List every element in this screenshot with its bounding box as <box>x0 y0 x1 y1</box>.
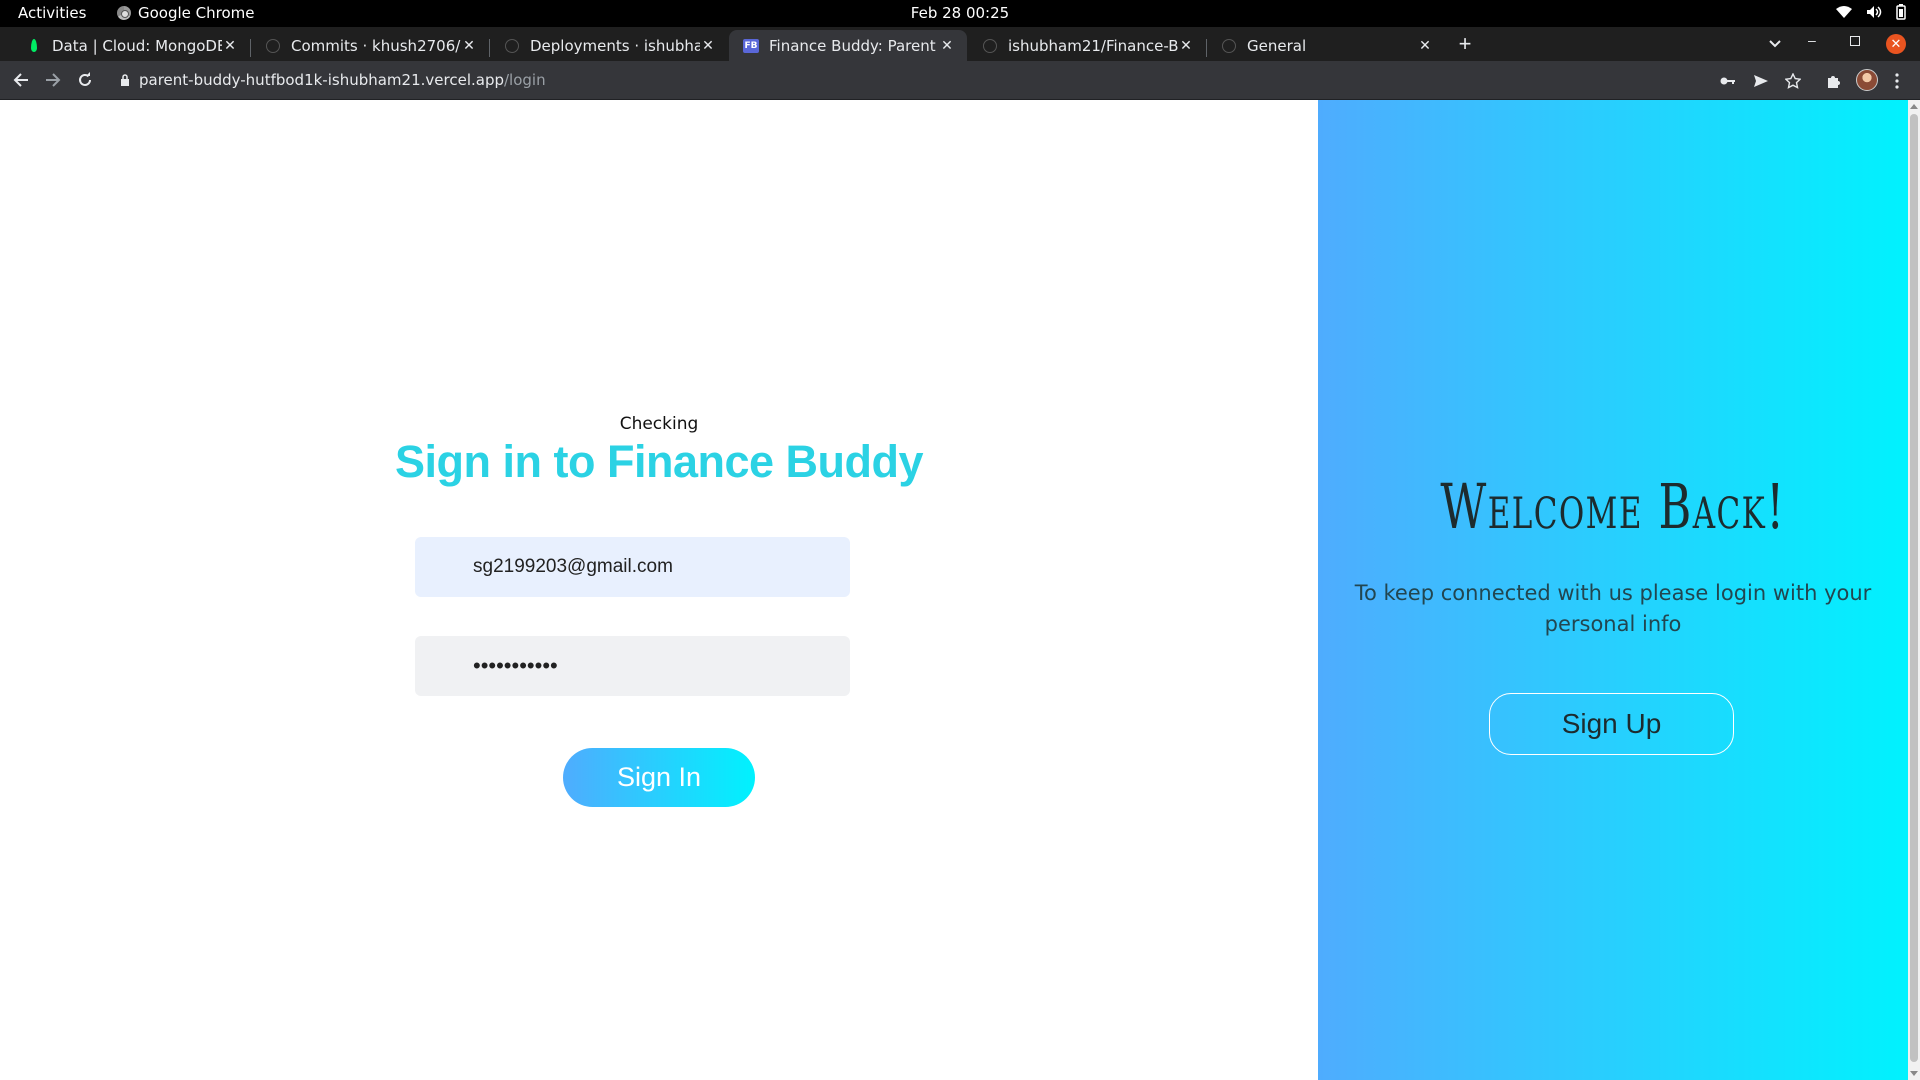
volume-icon <box>1867 6 1882 18</box>
key-icon[interactable] <box>1717 70 1739 92</box>
maximize-button[interactable] <box>1850 36 1860 46</box>
browser-toolbar: parent-buddy-hutfbod1k-ishubham21.vercel… <box>0 61 1920 100</box>
page-scrollbar[interactable] <box>1908 100 1920 1080</box>
tab-finance-buddy[interactable]: FB Finance Buddy: Parent ✕ <box>729 30 967 61</box>
minimize-button[interactable]: – <box>1808 32 1816 48</box>
lock-icon[interactable] <box>120 74 130 86</box>
welcome-panel: Welcome Back! To keep connected with us … <box>1318 100 1908 1080</box>
forward-button[interactable] <box>42 69 64 91</box>
tab-general[interactable]: General ✕ <box>1207 30 1445 61</box>
sign-up-button[interactable]: Sign Up <box>1489 693 1734 755</box>
back-button[interactable] <box>10 69 32 91</box>
close-icon[interactable]: ✕ <box>1417 38 1433 54</box>
github-icon <box>504 38 520 54</box>
address-bar[interactable]: parent-buddy-hutfbod1k-ishubham21.vercel… <box>110 65 1765 95</box>
web-page: Checking Sign in to Finance Buddy Sign I… <box>0 100 1908 1080</box>
page-title: Sign in to Finance Buddy <box>395 436 924 487</box>
window-close-button[interactable]: ✕ <box>1886 34 1906 54</box>
status-text: Checking <box>619 414 699 434</box>
tab-title: Deployments · ishubham2 <box>530 36 700 55</box>
tab-title: Data | Cloud: MongoDB Cl <box>52 36 222 55</box>
tab-title: Commits · khush2706/Fin <box>291 36 461 55</box>
github-icon <box>1221 38 1237 54</box>
url-path: /login <box>504 71 546 89</box>
mongodb-leaf-icon <box>26 38 42 54</box>
reload-icon <box>79 72 91 86</box>
signin-panel: Checking Sign in to Finance Buddy Sign I… <box>0 100 1318 1080</box>
tab-mongodb[interactable]: Data | Cloud: MongoDB Cl ✕ <box>12 30 250 61</box>
forward-arrow-icon <box>46 73 61 87</box>
clock[interactable]: Feb 28 00:25 <box>0 4 1920 22</box>
github-icon <box>982 38 998 54</box>
sign-in-button[interactable]: Sign In <box>563 748 755 807</box>
url-host: parent-buddy-hutfbod1k-ishubham21.vercel… <box>139 71 504 89</box>
close-icon[interactable]: ✕ <box>222 38 238 54</box>
system-tray[interactable] <box>1836 4 1906 20</box>
fb-icon: FB <box>743 38 759 53</box>
password-field[interactable] <box>415 636 850 696</box>
welcome-text: To keep connected with us please login w… <box>1354 581 1872 636</box>
welcome-heading: Welcome Back! <box>1440 470 1786 543</box>
tab-strip: Data | Cloud: MongoDB Cl ✕ Commits · khu… <box>0 27 1920 61</box>
send-icon[interactable] <box>1750 70 1772 92</box>
back-arrow-icon <box>13 73 28 87</box>
battery-icon <box>1896 4 1906 20</box>
wifi-icon <box>1836 6 1852 18</box>
reload-button[interactable] <box>74 69 96 91</box>
close-icon[interactable]: ✕ <box>461 38 477 54</box>
bookmark-star-icon[interactable] <box>1782 70 1804 92</box>
kebab-menu-icon[interactable] <box>1886 70 1908 92</box>
extensions-puzzle-icon[interactable] <box>1823 70 1845 92</box>
tab-title: Finance Buddy: Parent <box>769 36 936 55</box>
close-icon[interactable]: ✕ <box>1178 38 1194 54</box>
tab-title: General <box>1247 36 1307 55</box>
email-field[interactable] <box>415 537 850 597</box>
scroll-down-arrow-icon[interactable] <box>1910 1071 1918 1076</box>
scroll-up-arrow-icon[interactable] <box>1910 104 1918 109</box>
profile-avatar[interactable] <box>1856 69 1878 91</box>
tab-commits[interactable]: Commits · khush2706/Fin ✕ <box>251 30 489 61</box>
github-icon <box>265 38 281 54</box>
tab-repository[interactable]: ishubham21/Finance-Bud ✕ <box>968 30 1206 61</box>
system-top-bar: Activities Google Chrome Feb 28 00:25 <box>0 0 1920 27</box>
close-icon[interactable]: ✕ <box>939 38 955 54</box>
tab-title: ishubham21/Finance-Bud <box>1008 36 1178 55</box>
chevron-down-icon[interactable] <box>1768 36 1782 50</box>
tab-deployments[interactable]: Deployments · ishubham2 ✕ <box>490 30 728 61</box>
close-icon[interactable]: ✕ <box>700 38 716 54</box>
scrollbar-thumb[interactable] <box>1910 114 1918 1062</box>
new-tab-button[interactable]: + <box>1453 33 1477 57</box>
